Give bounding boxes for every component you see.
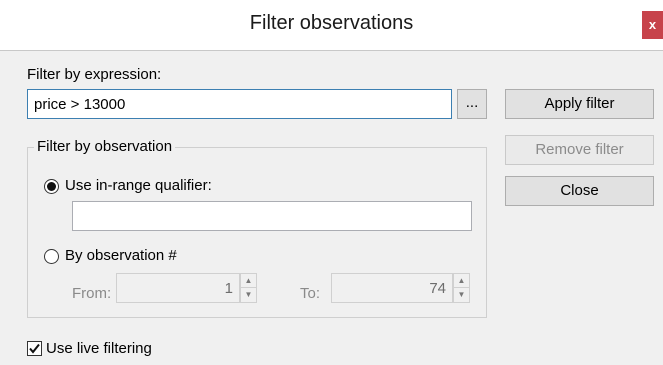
ellipsis-label: ... [465, 94, 479, 111]
from-value: 1 [224, 280, 233, 297]
radio-selected-dot [47, 182, 56, 191]
from-spin-buttons[interactable]: ▲ ▼ [240, 273, 257, 303]
inrange-input[interactable] [72, 201, 472, 231]
live-filtering-label[interactable]: Use live filtering [46, 340, 152, 357]
to-spinbox[interactable]: 74 [331, 273, 453, 303]
to-spin-buttons[interactable]: ▲ ▼ [453, 273, 470, 303]
expression-label: Filter by expression: [27, 66, 162, 83]
inrange-label[interactable]: Use in-range qualifier: [65, 177, 212, 194]
close-button[interactable]: Close [505, 176, 654, 206]
inrange-input-field[interactable] [73, 202, 471, 230]
window-title: Filter observations [249, 12, 414, 34]
expression-builder-button[interactable]: ... [457, 89, 487, 119]
checkmark-icon [29, 343, 40, 354]
live-filtering-checkbox[interactable] [27, 341, 42, 356]
dialog-body: Filter by expression: ... Apply filter R… [0, 50, 663, 365]
inrange-radio[interactable] [44, 179, 59, 194]
from-label: From: [72, 285, 112, 302]
apply-filter-button[interactable]: Apply filter [505, 89, 654, 119]
by-observation-radio[interactable] [44, 249, 59, 264]
close-window-button[interactable]: x [642, 11, 663, 39]
down-arrow-icon[interactable]: ▼ [241, 288, 256, 302]
to-value: 74 [429, 280, 446, 297]
close-icon: x [648, 17, 657, 32]
expression-input-field[interactable] [28, 90, 451, 118]
by-observation-label[interactable]: By observation # [65, 247, 177, 264]
expression-input[interactable] [27, 89, 452, 119]
from-spinbox[interactable]: 1 [116, 273, 240, 303]
observation-group-legend: Filter by observation [34, 138, 176, 155]
remove-filter-button[interactable]: Remove filter [505, 135, 654, 165]
to-label: To: [300, 285, 321, 302]
down-arrow-icon[interactable]: ▼ [454, 288, 469, 302]
up-arrow-icon[interactable]: ▲ [454, 274, 469, 288]
up-arrow-icon[interactable]: ▲ [241, 274, 256, 288]
title-bar: Filter observations x [0, 0, 663, 50]
